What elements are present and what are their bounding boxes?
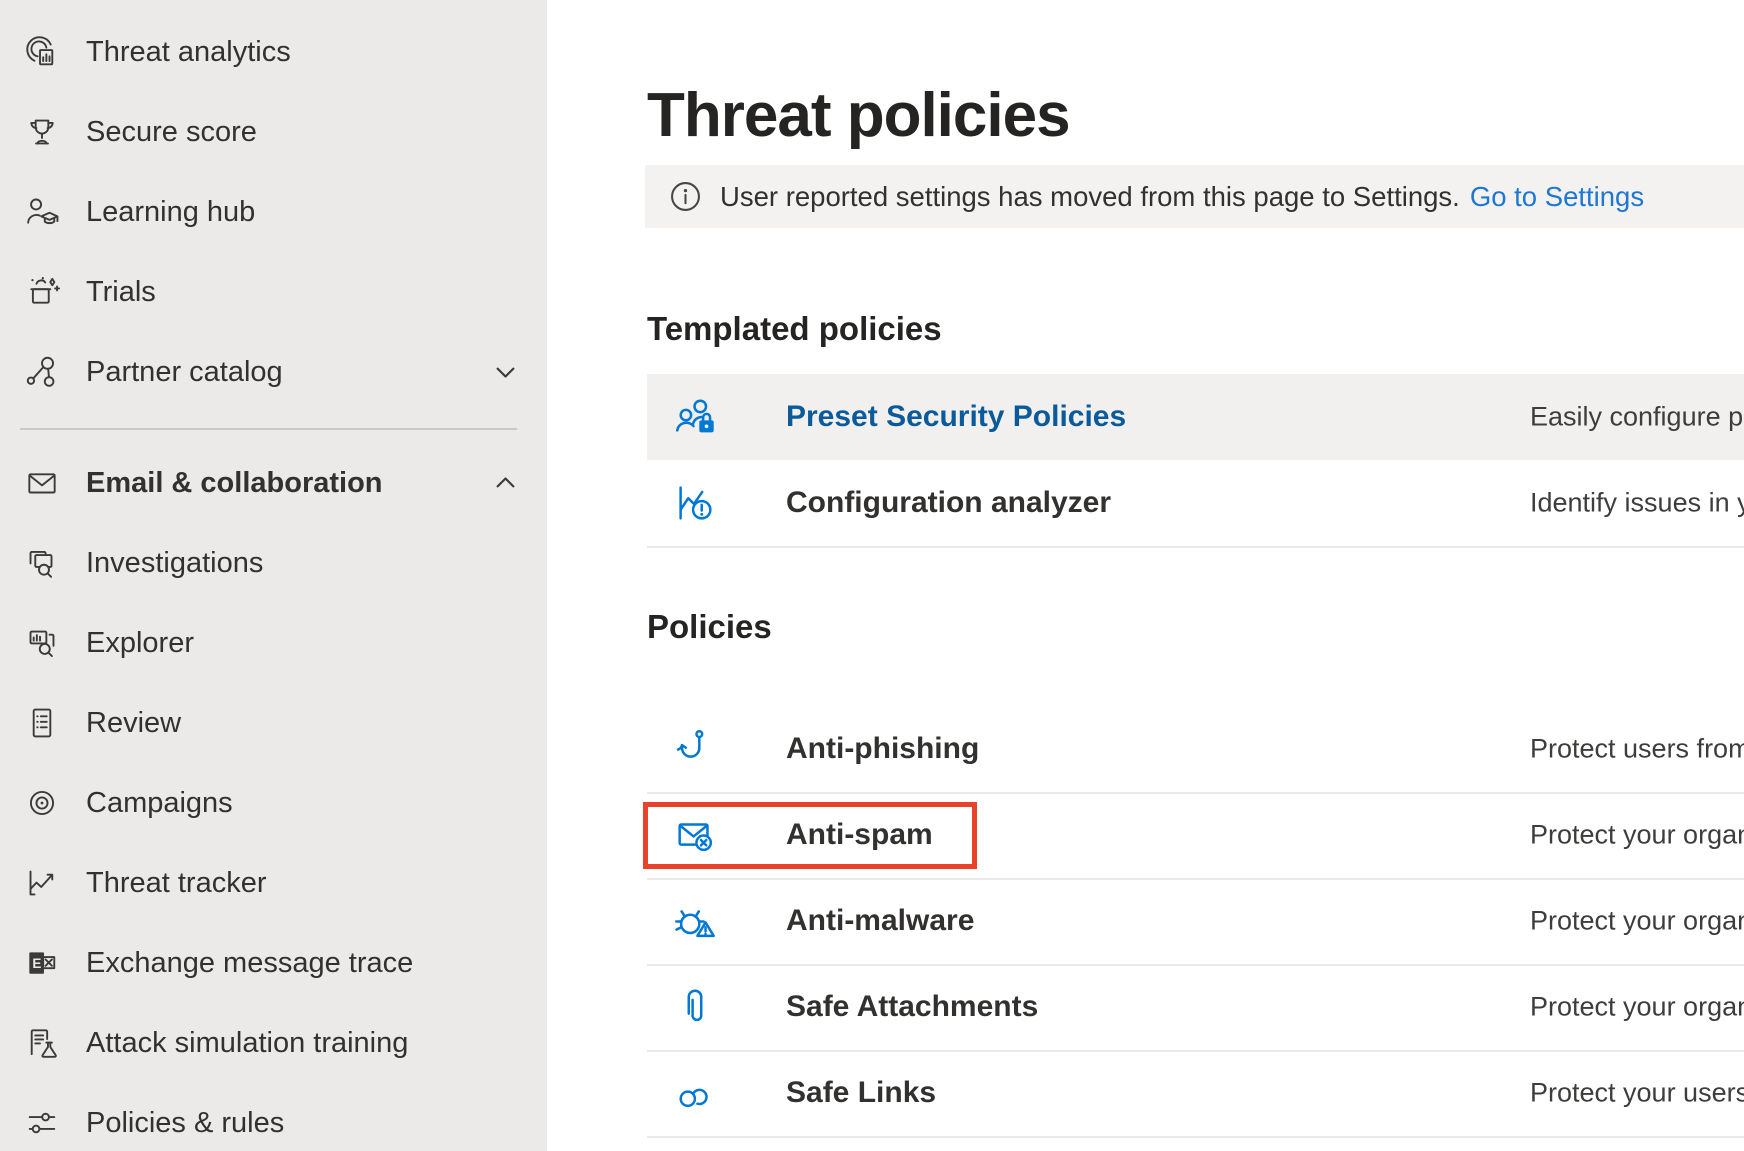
section-heading-templated-policies: Templated policies [647, 310, 942, 348]
sidebar-item-explorer[interactable]: Explorer [0, 603, 547, 683]
row-description: Protect your organiz [1530, 906, 1744, 937]
section-heading-policies: Policies [647, 608, 772, 646]
sidebar-item-label: Secure score [86, 116, 257, 149]
sidebar-item-label: Partner catalog [86, 356, 283, 389]
sliders-icon [22, 1104, 62, 1142]
row-description: Identify issues in you [1530, 488, 1744, 519]
preset-security-icon [672, 394, 718, 440]
go-to-settings-link[interactable]: Go to Settings [1470, 181, 1644, 213]
row-title[interactable]: Safe Attachments [786, 990, 1038, 1024]
sidebar-item-label: Learning hub [86, 196, 255, 229]
row-title[interactable]: Anti-spam [786, 818, 933, 852]
sidebar-item-label: Threat analytics [86, 36, 291, 69]
sidebar-item-secure-score[interactable]: Secure score [0, 92, 547, 172]
exchange-icon: E [22, 944, 62, 982]
info-banner: User reported settings has moved from th… [645, 165, 1744, 228]
safe-links-icon [672, 1070, 718, 1116]
sidebar-item-label: Review [86, 707, 181, 740]
chevron-down-icon[interactable] [492, 359, 519, 386]
threat-analytics-icon [22, 33, 62, 71]
sidebar-item-label: Explorer [86, 627, 194, 660]
sidebar-item-learning-hub[interactable]: Learning hub [0, 172, 547, 252]
sidebar-item-review[interactable]: Review [0, 683, 547, 763]
row-anti-phishing[interactable]: Anti-phishing Protect users from p [647, 706, 1744, 794]
sidebar-item-label: Investigations [86, 547, 263, 580]
sidebar-item-partner-catalog[interactable]: Partner catalog [0, 332, 547, 412]
paperclip-icon [672, 984, 718, 1030]
row-title[interactable]: Anti-phishing [786, 732, 979, 766]
sidebar-item-label: Email & collaboration [86, 467, 383, 500]
row-anti-spam[interactable]: Anti-spam Protect your organiz [647, 792, 1744, 880]
sidebar-item-policies-rules[interactable]: Policies & rules [0, 1083, 547, 1151]
row-description: Protect your organiz [1530, 820, 1744, 851]
page-title: Threat policies [647, 80, 1070, 151]
configuration-analyzer-icon [672, 480, 718, 526]
row-preset-security-policies[interactable]: Preset Security Policies Easily configur… [647, 374, 1744, 460]
row-description: Protect your users fr [1530, 1078, 1744, 1109]
sidebar-item-label: Trials [86, 276, 156, 309]
row-safe-links[interactable]: Safe Links Protect your users fr [647, 1050, 1744, 1138]
row-title[interactable]: Anti-malware [786, 904, 974, 938]
row-title[interactable]: Configuration analyzer [786, 486, 1111, 520]
sidebar-item-label: Campaigns [86, 787, 233, 820]
sidebar-item-attack-simulation-training[interactable]: Attack simulation training [0, 1003, 547, 1083]
sidebar-item-label: Threat tracker [86, 867, 267, 900]
investigations-icon [22, 544, 62, 582]
explorer-icon [22, 624, 62, 662]
anti-phishing-icon [672, 726, 718, 772]
sidebar: Threat analytics Secure score [0, 0, 547, 1151]
banner-message: User reported settings has moved from th… [720, 181, 1460, 213]
sidebar-item-label: Exchange message trace [86, 947, 413, 980]
sidebar-item-exchange-message-trace[interactable]: E Exchange message trace [0, 923, 547, 1003]
sidebar-item-email-collaboration[interactable]: Email & collaboration [0, 443, 547, 523]
row-description: Easily configure prot [1530, 402, 1744, 433]
sidebar-item-investigations[interactable]: Investigations [0, 523, 547, 603]
attack-simulation-icon [22, 1024, 62, 1062]
row-title[interactable]: Preset Security Policies [786, 400, 1126, 434]
sidebar-item-threat-tracker[interactable]: Threat tracker [0, 843, 547, 923]
row-configuration-analyzer[interactable]: Configuration analyzer Identify issues i… [647, 460, 1744, 548]
threat-policies-page: Threat analytics Secure score [0, 0, 1744, 1151]
chevron-up-icon[interactable] [492, 470, 519, 497]
trophy-icon [22, 113, 62, 151]
svg-text:E: E [32, 956, 41, 971]
row-description: Protect your organiz [1530, 992, 1744, 1023]
threat-tracker-icon [22, 864, 62, 902]
info-icon [670, 181, 701, 212]
learning-hub-icon [22, 193, 62, 231]
review-icon [22, 704, 62, 742]
row-title[interactable]: Safe Links [786, 1076, 936, 1110]
sidebar-item-trials[interactable]: Trials [0, 252, 547, 332]
row-anti-malware[interactable]: Anti-malware Protect your organiz [647, 878, 1744, 966]
partner-catalog-icon [22, 353, 62, 391]
row-safe-attachments[interactable]: Safe Attachments Protect your organiz [647, 964, 1744, 1052]
trials-icon [22, 273, 62, 311]
sidebar-divider [20, 428, 517, 430]
sidebar-item-campaigns[interactable]: Campaigns [0, 763, 547, 843]
row-description: Protect users from p [1530, 734, 1744, 765]
anti-spam-icon [672, 812, 718, 858]
campaigns-icon [22, 784, 62, 822]
sidebar-item-label: Attack simulation training [86, 1027, 408, 1060]
envelope-icon [22, 464, 62, 502]
sidebar-item-threat-analytics[interactable]: Threat analytics [0, 12, 547, 92]
anti-malware-icon [672, 898, 718, 944]
sidebar-item-label: Policies & rules [86, 1107, 284, 1140]
